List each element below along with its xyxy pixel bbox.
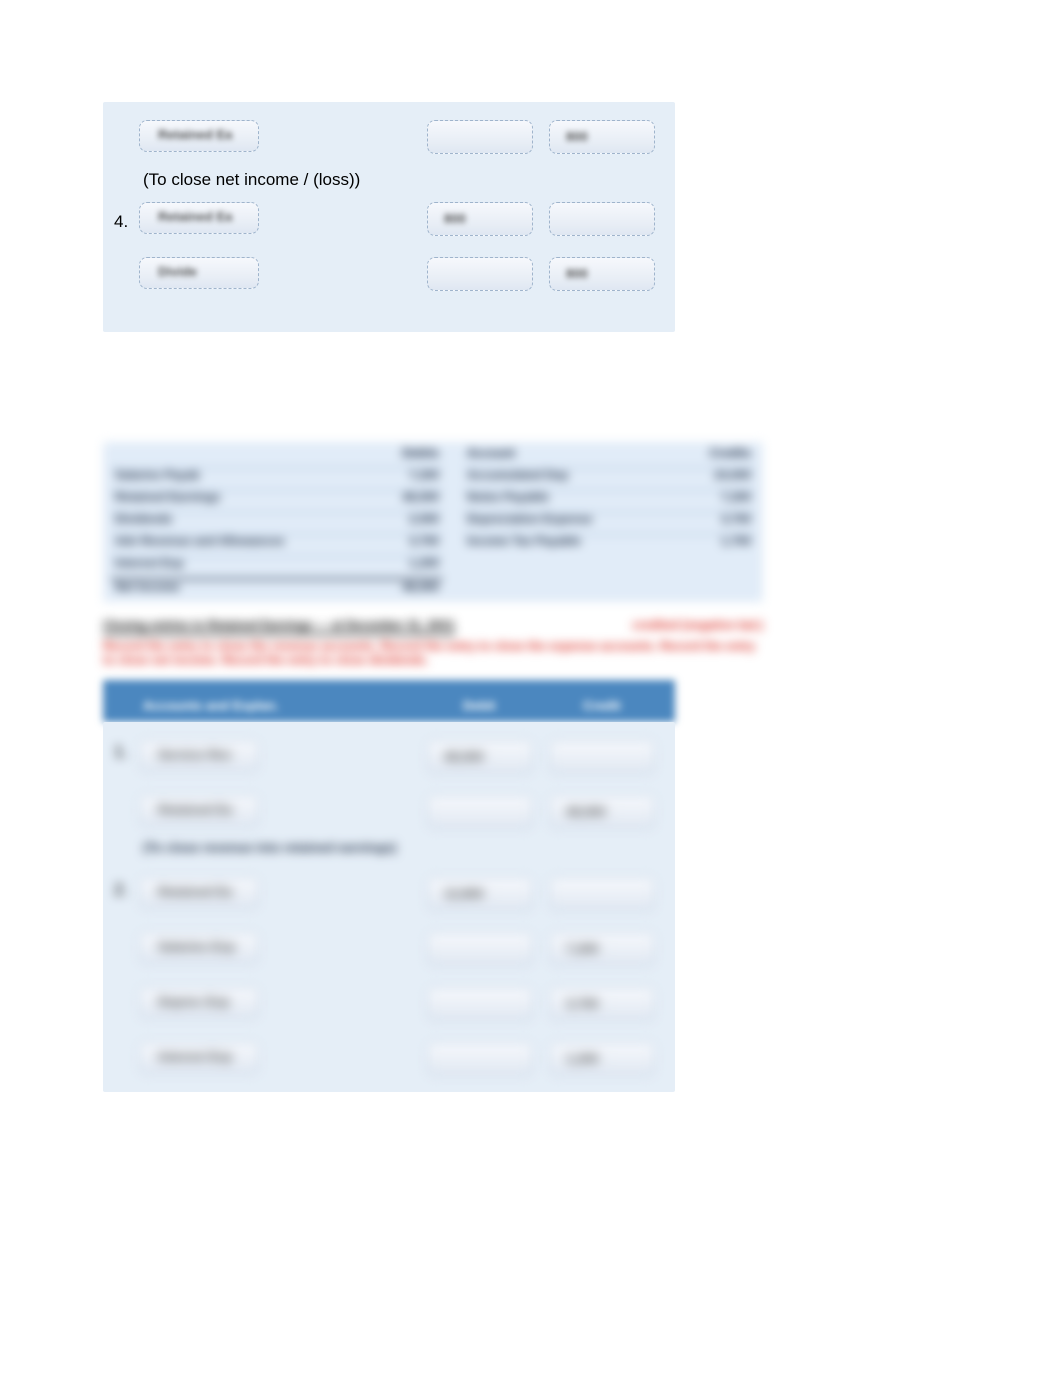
row-number: 4. [114,212,128,232]
account-label: Divide [158,264,197,279]
account-pill: Retained Ea [139,795,259,827]
debit-field [427,987,533,1021]
debit-value: 800 [444,211,466,226]
right-col-account-header: Account [467,446,515,460]
account-pill: Salaries Exp [139,932,259,964]
debit-field [427,257,533,291]
credit-field: 3,700 [549,987,655,1021]
instruction-block: Closing entries to Retained Earnings — a… [103,618,763,666]
col-accounts: Accounts and Explan. [143,698,279,713]
account-pill: Service Rev [139,740,259,772]
credit-field: 1,200 [549,1042,655,1076]
debit-field [427,1042,533,1076]
col-debit: Debit [463,698,496,713]
account-pill: Deprec Exp [139,987,259,1019]
credit-field: 800 [549,257,655,291]
credit-value: 800 [566,266,588,281]
right-col-header: Credits [710,446,751,460]
instruction-body: Record the entry to close the revenue ac… [103,639,755,667]
left-col-header: Debits [402,446,439,460]
document-page: Retained Ea 800 (To close net income / (… [0,0,1062,1376]
account-label: Retained Ea [158,127,232,142]
credit-field: 800 [549,120,655,154]
account-label: Retained Ea [158,209,232,224]
account-pill: Retained Ea [139,877,259,909]
account-pill: Retained Ea [139,120,259,152]
row-number: 2. [114,880,128,900]
debit-field [427,932,533,966]
account-pill: Divide [139,257,259,289]
credit-value: 800 [566,129,588,144]
journal-section-bottom: Service Rev 48,000 Retained Ea 48,000 (T… [103,722,675,1092]
debit-field: 12,800 [427,877,533,911]
debit-field: 800 [427,202,533,236]
credit-field: 7,200 [549,932,655,966]
journal-section-top: Retained Ea 800 (To close net income / (… [103,102,675,332]
account-pill: Retained Ea [139,202,259,234]
credit-field: 48,000 [549,795,655,829]
journal-header-bar: Accounts and Explan. Debit Credit [103,680,675,722]
trial-balance-table: Debits Account Credits Salaries Payab7,2… [103,442,763,602]
credit-field [549,202,655,236]
account-pill: Interest Exp [139,1042,259,1074]
credit-field [549,877,655,911]
instruction-aside: credited (negative bal.) [623,618,763,632]
debit-field: 48,000 [427,740,533,774]
col-credit: Credit [583,698,621,713]
instruction-heading: Closing entries to Retained Earnings — a… [103,618,455,635]
debit-field [427,120,533,154]
journal-note: (To close net income / (loss)) [143,170,360,190]
debit-field [427,795,533,829]
journal-note: (To close revenue into retained earnings… [143,840,396,855]
row-number: 1. [114,742,128,762]
credit-field [549,740,655,774]
